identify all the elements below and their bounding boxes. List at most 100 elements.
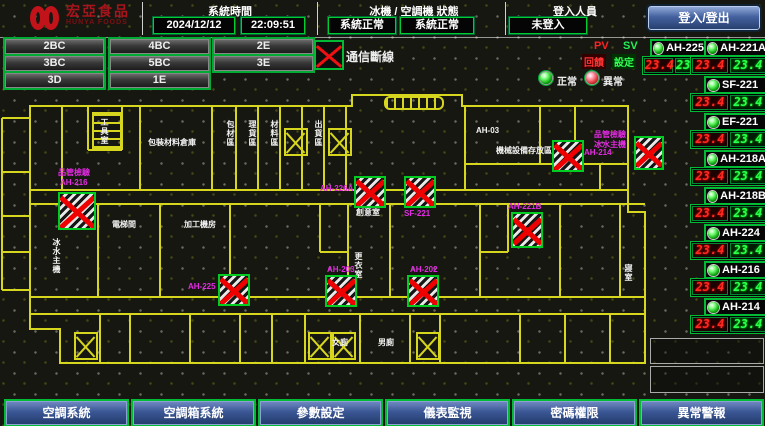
header-divider	[142, 2, 143, 35]
normal-led-icon	[540, 72, 552, 84]
floor-button-5bc[interactable]: 5BC	[110, 56, 209, 71]
tab-ac-system[interactable]: 空調系統	[6, 401, 127, 425]
unit-values: 23.4 23.4	[690, 130, 765, 149]
unit-status-led-icon	[708, 302, 719, 313]
floor-button-3e[interactable]: 3E	[214, 56, 313, 71]
sv-value: 23.4	[730, 243, 765, 258]
unit-ah-218a[interactable]: AH-218A	[704, 150, 765, 168]
floor-button-1e[interactable]: 1E	[110, 73, 209, 88]
device-label: 品管檢驗	[58, 168, 90, 177]
device-label: AH-203	[327, 265, 355, 274]
ahu-comm-loss-icon-sf-221[interactable]	[404, 176, 436, 208]
elevator-icon	[416, 332, 440, 360]
pv-value: 23.4	[644, 58, 673, 73]
unit-name-label: AH-221A	[720, 42, 765, 54]
unit-values: 23.4 23.4	[690, 315, 765, 334]
pv-header: PV	[594, 40, 609, 52]
unit-name-label: AH-216	[722, 264, 760, 276]
stairs-icon	[384, 96, 444, 110]
room-label: 電梯間	[112, 220, 136, 229]
unit-name-label: SF-221	[722, 79, 758, 91]
floor-button-4bc[interactable]: 4BC	[110, 39, 209, 54]
tab-abnormal-alarm[interactable]: 異常警報	[641, 401, 762, 425]
floor-button-2bc[interactable]: 2BC	[5, 39, 104, 54]
unit-ah-225[interactable]: AH-225	[650, 39, 708, 57]
sv-value: 23.4	[730, 280, 765, 295]
unit-name-label: AH-225	[666, 42, 704, 54]
floorplan: 工具室 包裝材料倉庫 包材區 理貨區 材料區 出貨區 AH-03 機械設備存放區…	[0, 92, 648, 398]
unit-status-led-icon	[654, 43, 663, 54]
unit-status-led-icon	[708, 265, 719, 276]
device-label: AH-216	[60, 178, 88, 187]
unit-values: 23.4 23.4	[690, 241, 765, 260]
unit-ef-221[interactable]: EF-221	[704, 113, 765, 131]
unit-values: 23.4 23.4	[690, 167, 765, 186]
ahu-comm-loss-icon-ah-216[interactable]	[58, 192, 96, 230]
pv-value: 23.4	[692, 132, 728, 147]
room-label: 冰水主機	[52, 238, 61, 286]
pv-value: 23.4	[692, 58, 728, 73]
pv-value: 23.4	[692, 206, 728, 221]
unit-ah-221a[interactable]: AH-221A	[704, 39, 765, 57]
device-label: SF-221	[404, 209, 430, 218]
ahu-comm-loss-icon-ah-202[interactable]	[407, 275, 439, 307]
room-label: 包裝材料倉庫	[148, 138, 210, 147]
unit-values: 23.4 23.4	[690, 278, 765, 297]
pv-value: 23.4	[692, 317, 728, 332]
device-label: AH-202	[410, 265, 438, 274]
ahu-comm-loss-icon-ah-203[interactable]	[325, 275, 357, 307]
hmi-main-screen: 宏亞食品 HUNYA FOODS 系統時間 2024/12/12 22:09:5…	[0, 0, 765, 426]
logo-subtitle: HUNYA FOODS	[66, 19, 130, 26]
unit-values: 23.4 23.4	[690, 93, 765, 112]
device-label: 冰水主機	[594, 140, 626, 149]
unit-values: 23.4 23.4	[690, 56, 765, 75]
sv-header: SV	[623, 40, 638, 52]
unit-name-label: AH-218A	[720, 153, 765, 165]
unit-name-label: AH-224	[722, 227, 760, 239]
unit-ah-224[interactable]: AH-224	[704, 224, 765, 242]
room-label: 加工機房	[184, 220, 216, 229]
room-label: 寢室	[624, 264, 633, 292]
tab-parameter-set[interactable]: 參數設定	[260, 401, 381, 425]
tab-password-auth[interactable]: 密碼權限	[514, 401, 635, 425]
unit-name-label: EF-221	[722, 116, 758, 128]
device-label: AH-221B	[508, 202, 541, 211]
ahu-comm-loss-icon-ah-221b[interactable]	[511, 212, 543, 248]
tab-ahu-system[interactable]: 空調箱系統	[133, 401, 254, 425]
sv-value: 23.4	[730, 132, 765, 147]
pv-value: 23.4	[692, 169, 728, 184]
room-label: 創意室	[356, 208, 380, 217]
tab-meter-monitor[interactable]: 儀表監視	[387, 401, 508, 425]
login-logout-button[interactable]: 登入/登出	[648, 6, 760, 30]
abnormal-label: 異常	[603, 73, 623, 88]
unit-status-led-icon	[708, 228, 719, 239]
room-label: 男廁	[378, 338, 394, 347]
ahu-comm-loss-icon-ah-225[interactable]	[218, 274, 250, 306]
device-label: AH-225	[188, 282, 216, 291]
room-label: 材料區	[270, 120, 279, 184]
ahu-comm-loss-icon-ah-214[interactable]	[552, 140, 584, 172]
abnormal-led-icon	[586, 72, 598, 84]
floor-button-2e[interactable]: 2E	[214, 39, 313, 54]
empty-unit-slot	[650, 338, 764, 364]
floor-button-3d[interactable]: 3D	[5, 73, 104, 88]
room-label: 出貨區	[314, 120, 323, 184]
elevator-icon	[328, 128, 352, 156]
unit-ah-216[interactable]: AH-216	[704, 261, 765, 279]
room-label: 女廁	[332, 338, 348, 347]
unit-sf-221[interactable]: SF-221	[704, 76, 765, 94]
room-label: 包材區	[226, 120, 235, 184]
unit-status-led-icon	[708, 43, 717, 54]
ahu-status-value: 系統正常	[400, 17, 474, 34]
company-logo-text: 宏亞食品 HUNYA FOODS	[66, 4, 130, 26]
unit-name-label: AH-214	[722, 301, 760, 313]
unit-ah-214[interactable]: AH-214	[704, 298, 765, 316]
unit-ah-218b[interactable]: AH-218B	[704, 187, 765, 205]
room-label: AH-03	[476, 126, 499, 135]
ahu-comm-loss-icon-chiller[interactable]	[634, 136, 664, 170]
logo-title: 宏亞食品	[66, 4, 130, 19]
floor-button-3bc[interactable]: 3BC	[5, 56, 104, 71]
company-logo-icon	[30, 5, 60, 31]
empty-unit-slot	[650, 366, 764, 393]
ahu-comm-loss-icon-ah-226a[interactable]	[354, 176, 386, 208]
